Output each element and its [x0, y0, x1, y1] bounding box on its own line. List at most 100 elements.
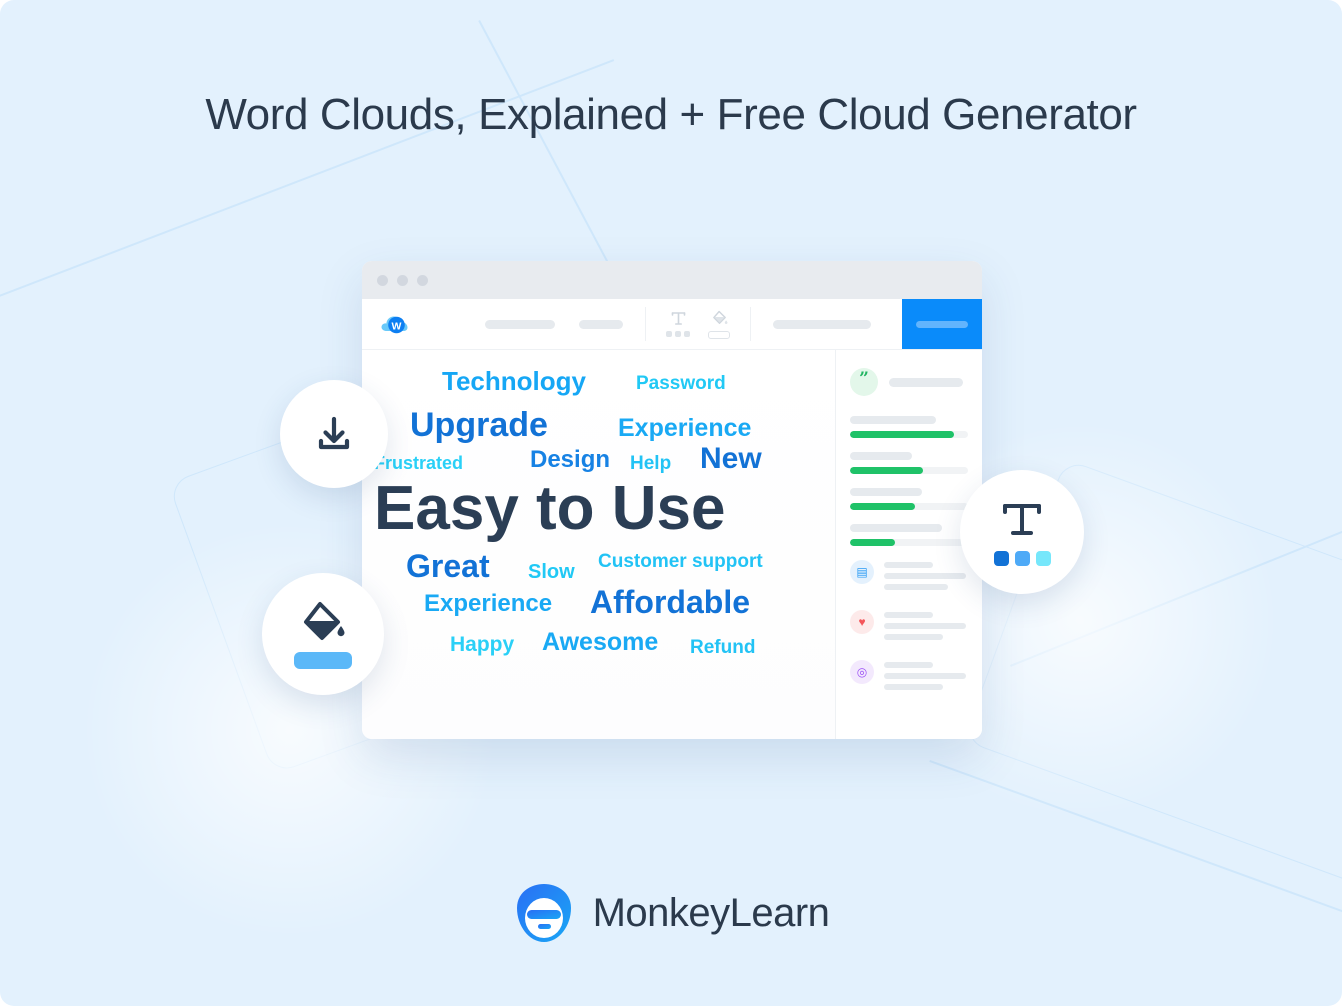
text-tool-swatches [666, 330, 690, 337]
sentiment-stats-list [850, 416, 968, 546]
paint-bucket-icon [712, 310, 727, 324]
cloud-word[interactable]: Upgrade [410, 408, 548, 442]
insights-sidebar: ” ▤ ♥ ◎ [836, 350, 982, 739]
download-icon [318, 416, 350, 450]
toolbar-tools [666, 310, 730, 339]
insight-item[interactable]: ◎ [850, 660, 968, 695]
cloud-word[interactable]: Happy [450, 634, 514, 655]
window-chrome-bar [362, 261, 982, 299]
insight-line-placeholder [884, 634, 943, 640]
cloud-word[interactable]: Great [406, 550, 490, 582]
stat-label-placeholder [850, 488, 922, 496]
stat-progress-fill [850, 431, 954, 438]
monkeylearn-logo-icon [513, 882, 575, 944]
cloud-word[interactable]: Awesome [542, 630, 658, 655]
text-T-icon [1003, 503, 1041, 535]
cta-label-placeholder [916, 320, 968, 328]
fill-tool[interactable] [708, 310, 730, 339]
sidebar-quote-header: ” [850, 368, 968, 396]
cloud-word[interactable]: Experience [618, 416, 751, 441]
stat-label-placeholder [850, 524, 942, 532]
insight-item-lines [884, 660, 968, 695]
insight-items-list: ▤ ♥ ◎ [850, 560, 968, 695]
toolbar-placeholders [485, 319, 623, 329]
stat-label-placeholder [850, 416, 936, 424]
insight-item[interactable]: ♥ [850, 610, 968, 645]
insight-line-placeholder [884, 673, 967, 679]
sentiment-stat-row [850, 524, 968, 546]
menu-placeholder-2[interactable] [579, 319, 623, 329]
fill-tool-swatch [708, 330, 730, 339]
app-toolbar: W [362, 299, 982, 350]
insight-line-placeholder [884, 684, 943, 690]
window-dot-maximize[interactable] [417, 274, 428, 286]
cloud-word[interactable]: Refund [690, 638, 755, 657]
svg-text:W: W [392, 320, 402, 332]
text-swatch-light[interactable] [1035, 550, 1051, 566]
insight-line-placeholder [884, 662, 933, 668]
stat-label-placeholder [850, 452, 912, 460]
cloud-word[interactable]: Customer support [598, 552, 763, 571]
cloud-word[interactable]: Frustrated [374, 454, 463, 472]
text-swatch-2 [675, 330, 681, 337]
sentiment-stat-row [850, 416, 968, 438]
window-dot-close[interactable] [377, 274, 388, 286]
brand-name: MonkeyLearn [592, 890, 830, 935]
insight-line-placeholder [884, 584, 948, 590]
brand-footer: MonkeyLearn [0, 882, 1342, 944]
text-swatch-dark[interactable] [993, 550, 1009, 566]
browser-window: W Technology Password Upgrade Experience… [362, 261, 982, 739]
menu-placeholder-1[interactable] [485, 319, 555, 329]
app-body: Technology Password Upgrade Experience Frust… [362, 350, 982, 739]
sentiment-stat-row [850, 488, 968, 510]
text-swatch-3 [684, 330, 690, 337]
stat-progress-track [850, 467, 968, 474]
stat-progress-track [850, 431, 968, 438]
text-swatch-1 [666, 330, 672, 337]
page-title: Word Clouds, Explained + Free Cloud Gene… [205, 90, 1137, 139]
page-root: Word Clouds, Explained + Free Cloud Gene… [0, 0, 1342, 1006]
toolbar-divider-1 [645, 307, 646, 341]
quote-title-placeholder [889, 377, 963, 387]
insight-line-placeholder [884, 562, 933, 568]
download-button[interactable] [280, 380, 388, 488]
cloud-word[interactable]: Easy to Use [374, 478, 726, 540]
cloud-word[interactable]: Experience [424, 592, 552, 616]
window-dot-minimize[interactable] [397, 274, 408, 286]
insight-item-lines [884, 560, 968, 595]
stat-progress-fill [850, 539, 895, 546]
text-style-button[interactable] [960, 470, 1084, 594]
wordcloud-logo-icon[interactable]: W [380, 313, 410, 335]
cloud-word[interactable]: Affordable [590, 586, 750, 618]
search-placeholder[interactable] [773, 319, 871, 329]
cloud-word[interactable]: Help [630, 454, 671, 473]
stat-progress-track [850, 503, 968, 510]
word-cloud-canvas[interactable]: Technology Password Upgrade Experience Frust… [362, 350, 836, 739]
insight-item[interactable]: ▤ [850, 560, 968, 595]
quote-icon: ” [850, 368, 878, 396]
fill-color-button[interactable] [262, 573, 384, 695]
insight-line-placeholder [884, 623, 967, 629]
text-T-icon [671, 311, 685, 325]
insight-line-placeholder [884, 612, 933, 618]
cloud-word[interactable]: Technology [442, 368, 586, 394]
cloud-word[interactable]: Design [530, 448, 610, 472]
cloud-word[interactable]: Password [636, 374, 726, 393]
toolbar-divider-2 [750, 307, 751, 341]
cloud-word[interactable]: Slow [528, 562, 575, 582]
fill-color-swatch[interactable] [294, 651, 352, 669]
primary-cta-button[interactable] [902, 299, 982, 349]
cloud-word[interactable]: New [700, 444, 762, 474]
chart-card-icon: ▤ [850, 560, 874, 584]
stat-progress-track [850, 539, 968, 546]
stat-progress-fill [850, 503, 915, 510]
text-color-swatches [993, 550, 1051, 566]
sentiment-stat-row [850, 452, 968, 474]
paint-bucket-icon [304, 601, 345, 640]
stat-progress-fill [850, 467, 924, 474]
text-tool[interactable] [666, 310, 690, 337]
heart-icon: ♥ [850, 610, 874, 634]
insight-item-lines [884, 610, 968, 645]
text-swatch-medium[interactable] [1014, 550, 1030, 566]
target-icon: ◎ [850, 660, 874, 684]
